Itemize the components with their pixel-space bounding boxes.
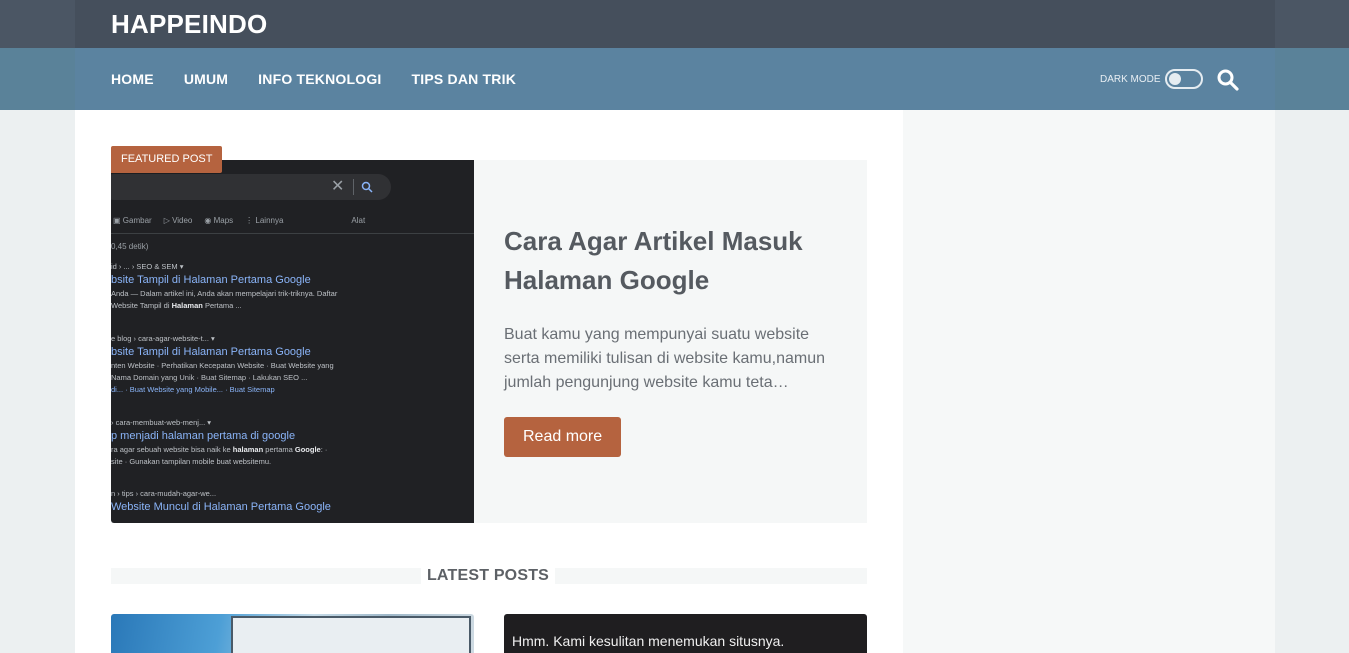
video-icon: ▷ Video xyxy=(163,216,193,225)
thumb-tab-label: Gambar xyxy=(122,216,152,225)
result-snippet-bold: halaman xyxy=(232,445,264,454)
divider xyxy=(111,233,474,234)
nav-item-umum[interactable]: UMUM xyxy=(184,71,228,87)
result-links: di... · Buat Website yang Mobile... · Bu… xyxy=(111,385,275,394)
thumb-result: n › tips › cara-mudah-agar-we... Website… xyxy=(111,489,471,515)
site-logo[interactable]: HAPPEINDO xyxy=(111,9,267,40)
result-title: p menjadi halaman pertama di google xyxy=(111,430,296,442)
search-icon[interactable] xyxy=(1216,68,1240,92)
nav-item-info-teknologi[interactable]: INFO TEKNOLOGI xyxy=(258,71,381,87)
latest-posts-heading: LATEST POSTS xyxy=(426,567,550,584)
main-content: FEATURED POST ✕ ▣ Gambar ▷ Video ◉ Maps … xyxy=(75,110,903,653)
result-snippet: Website Tampil di Halaman Pertama ... xyxy=(111,300,471,312)
result-title: Website Muncul di Halaman Pertama Google xyxy=(111,501,331,513)
nav-inner: HOME UMUM INFO TEKNOLOGI TIPS DAN TRIK D… xyxy=(75,48,1275,110)
toggle-knob xyxy=(1168,73,1181,85)
featured-post-title[interactable]: Cara Agar Artikel Masuk Halaman Google xyxy=(504,222,844,300)
result-snippet-bold: Google xyxy=(294,445,321,454)
featured-post-excerpt: Buat kamu yang mempunyai suatu website s… xyxy=(504,326,826,391)
latest-post-thumbnail[interactable] xyxy=(111,614,474,653)
more-icon: ⋮ Lainnya xyxy=(245,216,284,225)
nav-item-tips-dan-trik[interactable]: TIPS DAN TRIK xyxy=(412,71,517,87)
result-title: bsite Tampil di Halaman Pertama Google xyxy=(111,274,311,286)
thumb-tabs: ▣ Gambar ▷ Video ◉ Maps ⋮ Lainnya Alat xyxy=(113,216,365,225)
result-snippet: site · Gunakan tampilan mobile buat webs… xyxy=(111,457,272,466)
thumb-result-count: 0,45 detik) xyxy=(111,242,149,251)
thumbnail-text: Hmm. Kami kesulitan menemukan situsnya. xyxy=(512,633,785,649)
dark-mode-label: DARK MODE xyxy=(1100,73,1161,85)
nav-item-home[interactable]: HOME xyxy=(111,71,154,87)
featured-post-card: ✕ ▣ Gambar ▷ Video ◉ Maps ⋮ Lainnya Alat… xyxy=(111,160,867,523)
result-snippet-bold: Halaman xyxy=(171,301,203,310)
featured-post-badge: FEATURED POST xyxy=(111,146,223,173)
result-crumb: e blog › cara-agar-website-t... ▾ xyxy=(111,334,215,343)
thumb-tab-label: Video xyxy=(172,216,193,225)
result-title: bsite Tampil di Halaman Pertama Google xyxy=(111,346,311,358)
result-snippet-text: pertama xyxy=(263,445,295,454)
map-pin-icon: ◉ Maps xyxy=(204,216,234,225)
divider xyxy=(111,568,421,584)
dark-mode-switch[interactable]: DARK MODE xyxy=(1100,69,1203,89)
divider xyxy=(555,568,867,584)
thumb-search-box: ✕ xyxy=(111,174,391,200)
header-inner: HAPPEINDO xyxy=(75,0,1275,48)
thumb-result: e blog › cara-agar-website-t... ▾ bsite … xyxy=(111,334,471,396)
result-snippet-text: Pertama ... xyxy=(202,301,242,310)
header-bar: HAPPEINDO xyxy=(0,0,1349,48)
divider xyxy=(353,179,354,195)
read-more-button[interactable]: Read more xyxy=(504,417,622,457)
sidebar xyxy=(903,110,1275,653)
result-crumb: › cara-membuat-web-menj... ▾ xyxy=(111,418,212,427)
image-icon: ▣ Gambar xyxy=(113,216,152,225)
thumb-result: › cara-membuat-web-menj... ▾ p menjadi h… xyxy=(111,418,471,468)
search-icon xyxy=(361,180,373,198)
result-snippet: nten Website · Perhatikan Kecepatan Webs… xyxy=(111,361,334,370)
result-snippet: Anda — Dalam artikel ini, Anda akan memp… xyxy=(111,289,338,298)
result-snippet-text: ra agar sebuah website bisa naik ke xyxy=(111,445,233,454)
main-menu: HOME UMUM INFO TEKNOLOGI TIPS DAN TRIK xyxy=(111,71,516,87)
result-crumb: id › ... › SEO & SEM ▾ xyxy=(111,262,184,271)
result-snippet: ra agar sebuah website bisa naik ke hala… xyxy=(111,444,471,456)
dark-mode-toggle[interactable] xyxy=(1164,69,1203,89)
result-snippet-text: Website Tampil di xyxy=(111,301,172,310)
featured-post-thumbnail[interactable]: ✕ ▣ Gambar ▷ Video ◉ Maps ⋮ Lainnya Alat… xyxy=(111,160,474,523)
close-icon: ✕ xyxy=(331,178,345,195)
result-snippet-text: : · xyxy=(320,445,328,454)
thumb-tab-label: Alat xyxy=(351,216,366,225)
thumb-tab-label: Maps xyxy=(213,216,234,225)
latest-post-thumbnail[interactable]: Hmm. Kami kesulitan menemukan situsnya. xyxy=(504,614,867,653)
thumb-tab-label: Lainnya xyxy=(255,216,284,225)
laptop-screen-image xyxy=(231,616,471,653)
nav-bar: HOME UMUM INFO TEKNOLOGI TIPS DAN TRIK D… xyxy=(0,48,1349,110)
thumb-result: id › ... › SEO & SEM ▾ bsite Tampil di H… xyxy=(111,262,471,312)
result-snippet: Nama Domain yang Unik · Buat Sitemap · L… xyxy=(111,373,308,382)
result-crumb: n › tips › cara-mudah-agar-we... xyxy=(111,489,217,498)
featured-post-body: Cara Agar Artikel Masuk Halaman Google B… xyxy=(504,222,844,395)
